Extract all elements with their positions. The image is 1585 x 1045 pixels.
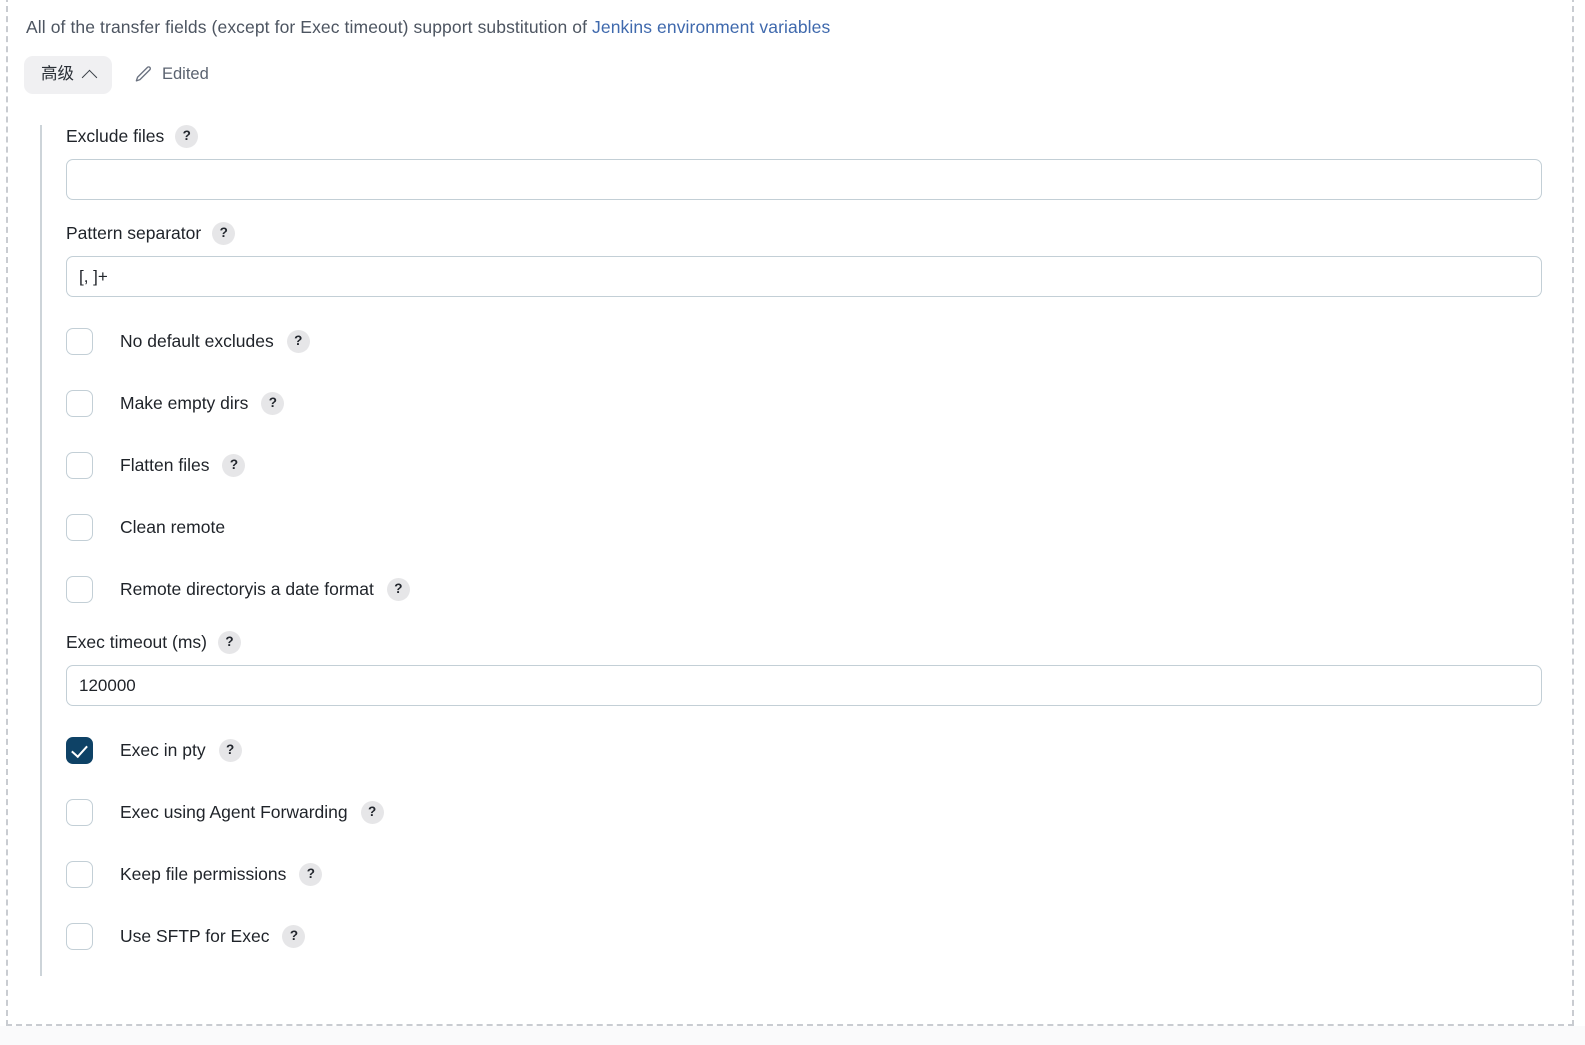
checkbox-row-clean-remote: Clean remote (66, 505, 1550, 549)
exec-agent-forwarding-label[interactable]: Exec using Agent Forwarding (120, 802, 348, 823)
transfer-fields-note-text: All of the transfer fields (except for E… (26, 17, 593, 37)
exec-timeout-input[interactable] (66, 665, 1542, 706)
exec-timeout-label: Exec timeout (ms) (66, 631, 207, 652)
advanced-section: Exclude files ? Pattern separator ? No d… (40, 125, 1550, 976)
checkbox-row-exec-agent-forwarding: Exec using Agent Forwarding ? (66, 790, 1550, 834)
use-sftp-for-exec-help-icon[interactable]: ? (282, 924, 306, 948)
jenkins-environment-variables-link[interactable]: Jenkins environment variables (592, 17, 830, 37)
keep-file-permissions-checkbox[interactable] (66, 860, 93, 888)
exclude-files-input[interactable] (66, 159, 1542, 200)
chevron-up-icon (81, 69, 98, 86)
edited-indicator: Edited (134, 65, 209, 84)
field-pattern-separator: Pattern separator ? (66, 222, 1550, 297)
exec-in-pty-help-icon[interactable]: ? (218, 738, 242, 762)
exec-in-pty-label[interactable]: Exec in pty (120, 740, 206, 761)
field-exclude-files: Exclude files ? (66, 125, 1550, 200)
make-empty-dirs-help-icon[interactable]: ? (261, 391, 285, 415)
exec-in-pty-checkbox[interactable] (66, 736, 93, 764)
exec-agent-forwarding-help-icon[interactable]: ? (360, 800, 384, 824)
exec-timeout-help-icon[interactable]: ? (218, 631, 241, 654)
remote-directory-date-format-checkbox[interactable] (66, 575, 93, 603)
field-exec-timeout: Exec timeout (ms) ? (66, 631, 1550, 706)
checkbox-row-exec-in-pty: Exec in pty ? (66, 728, 1550, 772)
checkbox-row-flatten-files: Flatten files ? (66, 443, 1550, 487)
use-sftp-for-exec-label[interactable]: Use SFTP for Exec (120, 926, 269, 947)
keep-file-permissions-help-icon[interactable]: ? (299, 862, 323, 886)
use-sftp-for-exec-checkbox[interactable] (66, 922, 93, 950)
remote-directory-date-format-help-icon[interactable]: ? (386, 577, 410, 601)
exec-timeout-label-row: Exec timeout (ms) ? (66, 631, 1550, 654)
exclude-files-label: Exclude files (66, 125, 165, 146)
checkbox-row-make-empty-dirs: Make empty dirs ? (66, 381, 1550, 425)
advanced-toggle-label: 高级 (41, 65, 74, 83)
edited-label: Edited (162, 65, 209, 84)
checkbox-row-keep-file-permissions: Keep file permissions ? (66, 852, 1550, 896)
no-default-excludes-help-icon[interactable]: ? (286, 329, 310, 353)
checkbox-row-no-default-excludes: No default excludes ? (66, 319, 1550, 363)
exec-agent-forwarding-checkbox[interactable] (66, 798, 93, 826)
pencil-icon (134, 65, 153, 84)
clean-remote-checkbox[interactable] (66, 513, 93, 541)
advanced-toolbar: 高级 Edited (24, 56, 209, 94)
keep-file-permissions-label[interactable]: Keep file permissions (120, 864, 286, 885)
flatten-files-checkbox[interactable] (66, 451, 93, 479)
make-empty-dirs-label[interactable]: Make empty dirs (120, 393, 248, 414)
no-default-excludes-label[interactable]: No default excludes (120, 331, 274, 352)
flatten-files-label[interactable]: Flatten files (120, 455, 209, 476)
exclude-files-label-row: Exclude files ? (66, 125, 1550, 148)
pattern-separator-label-row: Pattern separator ? (66, 222, 1550, 245)
make-empty-dirs-checkbox[interactable] (66, 389, 93, 417)
pattern-separator-input[interactable] (66, 256, 1542, 297)
remote-directory-date-format-label[interactable]: Remote directoryis a date format (120, 579, 374, 600)
checkbox-row-remote-directory-date-format: Remote directoryis a date format ? (66, 567, 1550, 611)
clean-remote-label[interactable]: Clean remote (120, 517, 225, 538)
page-bottom-strip (0, 1026, 1585, 1045)
checkbox-row-use-sftp-for-exec: Use SFTP for Exec ? (66, 914, 1550, 958)
exclude-files-help-icon[interactable]: ? (175, 125, 199, 148)
pattern-separator-help-icon[interactable]: ? (212, 222, 236, 245)
advanced-toggle-button[interactable]: 高级 (24, 56, 112, 94)
transfer-fields-note: All of the transfer fields (except for E… (26, 17, 830, 38)
pattern-separator-label: Pattern separator (66, 222, 202, 243)
flatten-files-help-icon[interactable]: ? (222, 453, 246, 477)
no-default-excludes-checkbox[interactable] (66, 327, 93, 355)
